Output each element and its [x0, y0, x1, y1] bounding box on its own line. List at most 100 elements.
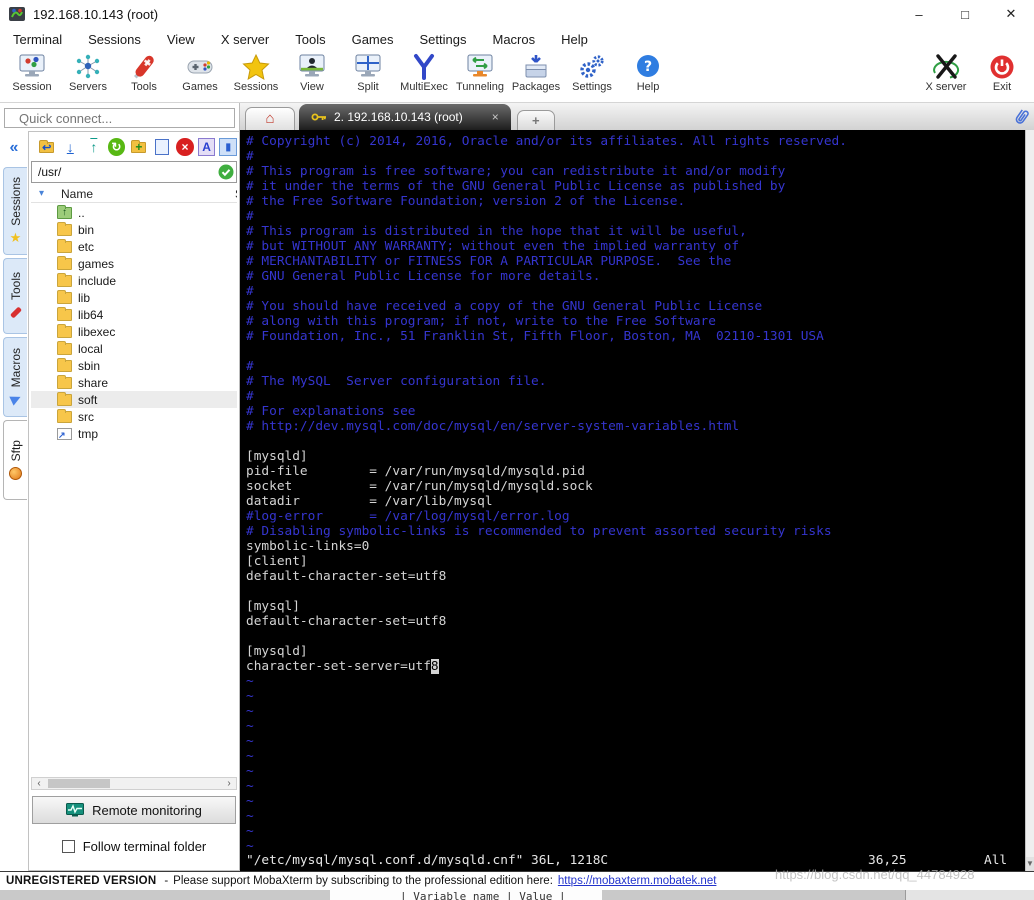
file-row[interactable]: include [31, 272, 237, 289]
left-panel: « Sessions ★ Tools Macros Sftp ↩ ↓ [0, 103, 240, 871]
file-row[interactable]: lib [31, 289, 237, 306]
column-name: Name [61, 187, 94, 201]
home-tab[interactable]: ⌂ [245, 107, 295, 130]
mobatek-link[interactable]: https://mobaxterm.mobatek.net [558, 875, 717, 887]
scroll-right-icon[interactable]: › [222, 778, 236, 789]
menu-settings[interactable]: Settings [407, 32, 480, 47]
toolbar-settings-button[interactable]: Settings [564, 53, 620, 93]
file-row[interactable]: games [31, 255, 237, 272]
sort-arrow-icon: ▾ [39, 188, 45, 199]
menu-help[interactable]: Help [548, 32, 601, 47]
horizontal-scrollbar[interactable]: ‹ › [31, 777, 237, 790]
path-ok-icon[interactable] [218, 164, 234, 180]
follow-terminal-folder[interactable]: Follow terminal folder [32, 834, 236, 858]
collapse-sidebar-button[interactable]: « [0, 131, 28, 167]
sidebar-tab-tools[interactable]: Tools [3, 258, 27, 334]
toolbar-sessions-button[interactable]: Sessions [228, 53, 284, 93]
refresh-icon[interactable]: ↻ [107, 138, 126, 156]
file-row[interactable]: src [31, 408, 237, 425]
terminal-screen[interactable]: # Copyright (c) 2014, 2016, Oracle and/o… [240, 130, 1025, 871]
file-row[interactable]: tmp [31, 425, 237, 442]
file-row[interactable]: sbin [31, 357, 237, 374]
toolbar-xserver-button[interactable]: X server [918, 53, 974, 93]
terminal-tilde-line: ~ [246, 824, 254, 839]
file-row[interactable]: share [31, 374, 237, 391]
new-folder-icon[interactable]: + [129, 138, 149, 157]
remote-monitoring-button[interactable]: Remote monitoring [32, 796, 236, 824]
window-title: 192.168.10.143 (root) [33, 6, 159, 22]
file-row[interactable]: .. [31, 204, 237, 221]
quick-connect-input[interactable] [4, 108, 235, 128]
sidebar-tab-strip: « Sessions ★ Tools Macros Sftp [0, 131, 28, 871]
terminal-line: # Disabling symbolic-links is recommende… [246, 524, 832, 539]
copy-file-icon[interactable] [153, 138, 173, 157]
terminal-line: # MERCHANTABILITY or FITNESS FOR A PARTI… [246, 254, 732, 269]
terminal-tilde-line: ~ [246, 794, 254, 809]
file-name: soft [78, 392, 98, 407]
file-row[interactable]: libexec [31, 323, 237, 340]
sidebar-tab-macros[interactable]: Macros [3, 337, 27, 417]
terminal-line: # the Free Software Foundation; version … [246, 194, 686, 209]
menu-macros[interactable]: Macros [479, 32, 548, 47]
file-row[interactable]: bin [31, 221, 237, 238]
toolbar-exit-button[interactable]: Exit [974, 53, 1030, 93]
toolbar-session-button[interactable]: Session [4, 53, 60, 93]
menu-terminal[interactable]: Terminal [0, 32, 75, 47]
file-row[interactable]: soft [31, 391, 237, 408]
scrollbar-thumb[interactable] [48, 779, 110, 788]
file-row[interactable]: local [31, 340, 237, 357]
minimize-button[interactable]: – [896, 0, 942, 28]
maximize-button[interactable]: □ [942, 0, 988, 28]
exit-icon [990, 55, 1014, 79]
menu-sessions[interactable]: Sessions [75, 32, 154, 47]
menu-games[interactable]: Games [339, 32, 407, 47]
toolbar-label: X server [925, 81, 967, 93]
folder-back-icon[interactable]: ↩ [37, 138, 57, 157]
toolbar-tools-button[interactable]: Tools [116, 53, 172, 93]
follow-checkbox[interactable] [61, 839, 75, 853]
toolbar-games-button[interactable]: Games [172, 53, 228, 93]
path-input[interactable] [31, 161, 237, 183]
file-name: share [78, 375, 109, 390]
active-session-tab[interactable]: 2. 192.168.10.143 (root) × [299, 104, 511, 130]
upload-icon[interactable]: ↑ [84, 138, 104, 157]
menu-tools[interactable]: Tools [282, 32, 338, 47]
sidebar-tab-sessions[interactable]: Sessions ★ [3, 167, 27, 255]
new-tab-button[interactable]: + [516, 110, 555, 130]
menu-xserver[interactable]: X server [208, 32, 282, 47]
file-row[interactable]: lib64 [31, 306, 237, 323]
toolbar-split-button[interactable]: Split [340, 53, 396, 93]
panel-toggle-icon[interactable]: ▮ [219, 138, 238, 156]
delete-icon[interactable]: × [176, 138, 194, 156]
terminal-scrollbar[interactable]: ▼ [1025, 130, 1034, 871]
toolbar-packages-button[interactable]: Packages [508, 53, 564, 93]
file-row[interactable]: etc [31, 238, 237, 255]
terminal-tilde-line: ~ [246, 809, 254, 824]
file-list-header[interactable]: ▾ Name Size [31, 186, 237, 203]
toolbar-multiexec-button[interactable]: MultiExec [396, 53, 452, 93]
terminal-line: # http://dev.mysql.com/doc/mysql/en/serv… [246, 419, 740, 434]
close-tab-icon[interactable]: × [492, 110, 499, 124]
toolbar-view-button[interactable]: View [284, 53, 340, 93]
menu-view[interactable]: View [154, 32, 208, 47]
close-button[interactable]: ✕ [988, 0, 1034, 28]
toolbar-servers-button[interactable]: Servers [60, 53, 116, 93]
sidebar-tab-sftp[interactable]: Sftp [3, 420, 27, 500]
paperclip-icon[interactable] [1012, 107, 1030, 127]
menu-bar: Terminal Sessions View X server Tools Ga… [0, 28, 1034, 50]
toolbar-help-button[interactable]: ? Help [620, 53, 676, 93]
toolbar-label: Session [12, 81, 52, 93]
folder-icon [57, 306, 72, 321]
vim-cursor-position: 36,25 [868, 853, 907, 868]
star-icon: ★ [9, 230, 22, 246]
toolbar-tunneling-button[interactable]: Tunneling [452, 53, 508, 93]
download-icon[interactable]: ↓ [61, 138, 81, 157]
scroll-left-icon[interactable]: ‹ [32, 778, 46, 789]
font-icon[interactable]: A [197, 138, 216, 156]
terminal-tilde-line: ~ [246, 839, 254, 854]
folder-icon [57, 238, 72, 253]
active-tab-label: 2. 192.168.10.143 (root) [334, 110, 463, 124]
sessions-star-icon [242, 53, 270, 80]
folder-icon [57, 374, 72, 389]
folder-icon [57, 272, 72, 287]
